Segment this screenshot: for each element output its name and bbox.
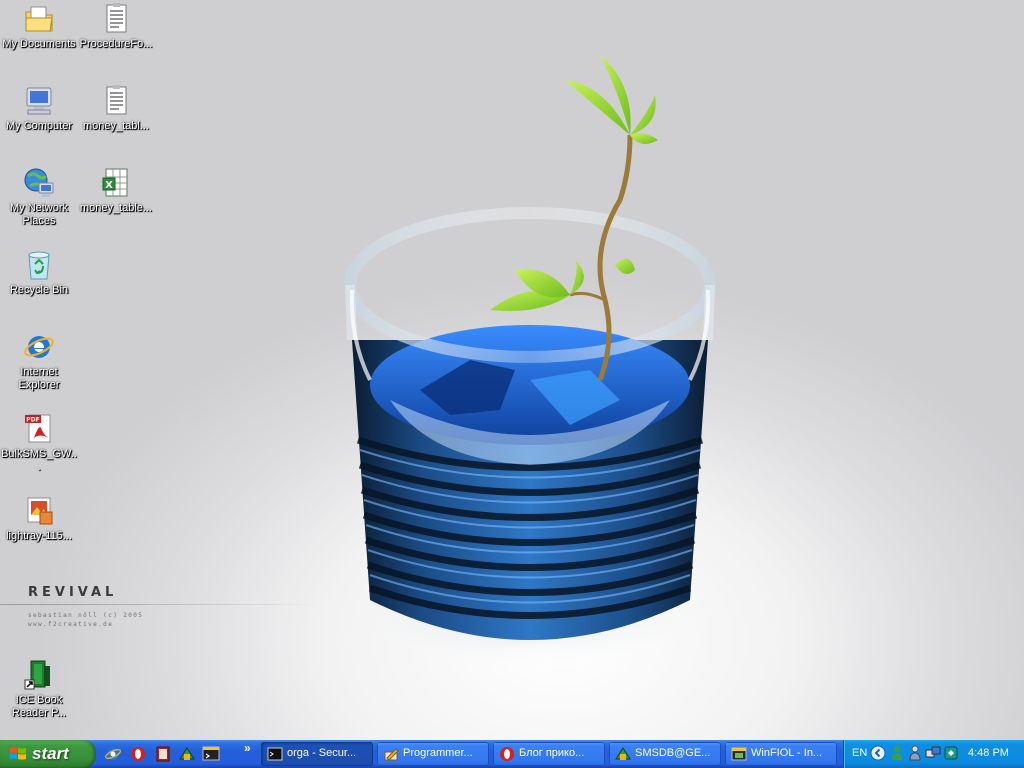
taskbar-button-winfiol[interactable]: WinFIOL - In...	[725, 742, 837, 766]
task-label: orga - Secur...	[287, 747, 357, 759]
database-quicklaunch-icon[interactable]	[178, 745, 196, 763]
ice-book-reader-icon	[24, 660, 50, 690]
book-reader-quicklaunch-icon[interactable]	[154, 745, 172, 763]
task-label: Блог прико...	[519, 747, 585, 759]
language-indicator[interactable]: EN	[852, 747, 867, 759]
desktop-icon-label: money_tabl...	[82, 120, 150, 132]
desktop-icon-label: My Network Places	[9, 202, 69, 227]
computer-icon	[26, 87, 52, 115]
desktop-icon-money-table-excel[interactable]: X money_table...	[77, 166, 155, 215]
desktop-icon-label: ProcedureFo...	[79, 38, 153, 50]
desktop-icon-label: My Documents	[2, 38, 76, 50]
start-label: start	[32, 744, 69, 763]
taskbar-button-smsdb[interactable]: SMSDB@GE...	[609, 742, 721, 766]
excel-spreadsheet-icon: X	[102, 168, 128, 197]
image-file-icon	[27, 497, 53, 525]
desktop-icon-label: Internet Explorer	[18, 366, 60, 391]
desktop: REVIVAL sebastian nöll (c) 2005 www.f2cr…	[0, 0, 1024, 740]
desktop-icon-recycle-bin[interactable]: Recycle Bin	[0, 248, 78, 297]
show-hidden-icons-chevron-icon[interactable]	[870, 745, 886, 761]
desktop-icon-internet-explorer[interactable]: Internet Explorer	[0, 330, 78, 392]
internet-explorer-icon	[24, 336, 54, 358]
taskbar-button-securecrt[interactable]: orga - Secur...	[261, 742, 373, 766]
user-account-icon[interactable]	[907, 745, 923, 761]
glass-plant-artwork	[340, 55, 720, 670]
opera-icon	[500, 747, 514, 761]
task-label: WinFIOL - In...	[751, 747, 823, 759]
desktop-icon-label: lightray-115...	[6, 530, 72, 542]
taskbar-button-opera-blog[interactable]: Блог прико...	[493, 742, 605, 766]
pdf-document-icon: PDF	[25, 414, 51, 443]
desktop-icon-label: Recycle Bin	[9, 284, 69, 296]
quick-launch-overflow-chevron[interactable]: »	[244, 741, 251, 755]
network-globe-icon	[24, 168, 54, 197]
app-window-icon	[731, 747, 747, 761]
start-button[interactable]: start	[0, 740, 96, 768]
terminal-icon	[267, 747, 283, 761]
svg-text:X: X	[105, 180, 113, 191]
desktop-icon-my-network-places[interactable]: My Network Places	[0, 166, 78, 228]
network-connection-icon[interactable]	[925, 745, 941, 761]
folder-documents-icon	[25, 6, 53, 32]
wallpaper-divider	[0, 604, 320, 605]
desktop-icon-my-documents[interactable]: My Documents	[0, 2, 78, 51]
windows-flag-icon	[10, 747, 26, 760]
desktop-icon-label: BulkSMS_GW...	[1, 448, 77, 473]
desktop-icon-money-table-text[interactable]: money_tabl...	[77, 84, 155, 133]
desktop-icon-label: money_table...	[79, 202, 153, 214]
clock[interactable]: 4:48 PM	[968, 747, 1009, 759]
desktop-icon-label: ICE Book Reader P...	[11, 694, 67, 719]
desktop-icon-my-computer[interactable]: My Computer	[0, 84, 78, 133]
database-icon	[615, 747, 631, 760]
desktop-icon-procedure-file[interactable]: ProcedureFo...	[77, 2, 155, 51]
messenger-icon[interactable]	[889, 745, 905, 761]
desktop-icon-lightray[interactable]: lightray-115...	[0, 494, 78, 543]
tray-app-icon[interactable]	[943, 745, 959, 761]
desktop-icon-label: My Computer	[5, 120, 73, 132]
svg-text:PDF: PDF	[26, 417, 39, 424]
wallpaper-title: REVIVAL	[28, 585, 118, 600]
task-label: Programmer...	[403, 747, 473, 759]
text-document-icon	[106, 3, 127, 33]
console-quicklaunch-icon[interactable]	[202, 745, 220, 763]
desktop-icon-bulksms-pdf[interactable]: PDF BulkSMS_GW...	[0, 412, 78, 474]
desktop-icon-ice-book-reader[interactable]: ICE Book Reader P...	[0, 658, 78, 720]
text-document-icon	[106, 85, 127, 115]
task-label: SMSDB@GE...	[635, 747, 711, 759]
ie-quicklaunch-icon[interactable]	[104, 745, 122, 763]
taskbar: start » orga - Secur... Programmer... Бл…	[0, 740, 1024, 768]
taskbar-button-programmer[interactable]: Programmer...	[377, 742, 489, 766]
pencil-icon	[384, 748, 399, 761]
wallpaper-brand: REVIVAL sebastian nöll (c) 2005 www.f2cr…	[0, 585, 328, 629]
recycle-bin-icon	[28, 251, 50, 280]
wallpaper-url: www.f2creative.de	[28, 621, 114, 628]
system-tray: EN 4:48 PM	[843, 740, 1024, 768]
wallpaper-credit: sebastian nöll (c) 2005	[28, 612, 144, 619]
opera-quicklaunch-icon[interactable]	[129, 745, 147, 763]
